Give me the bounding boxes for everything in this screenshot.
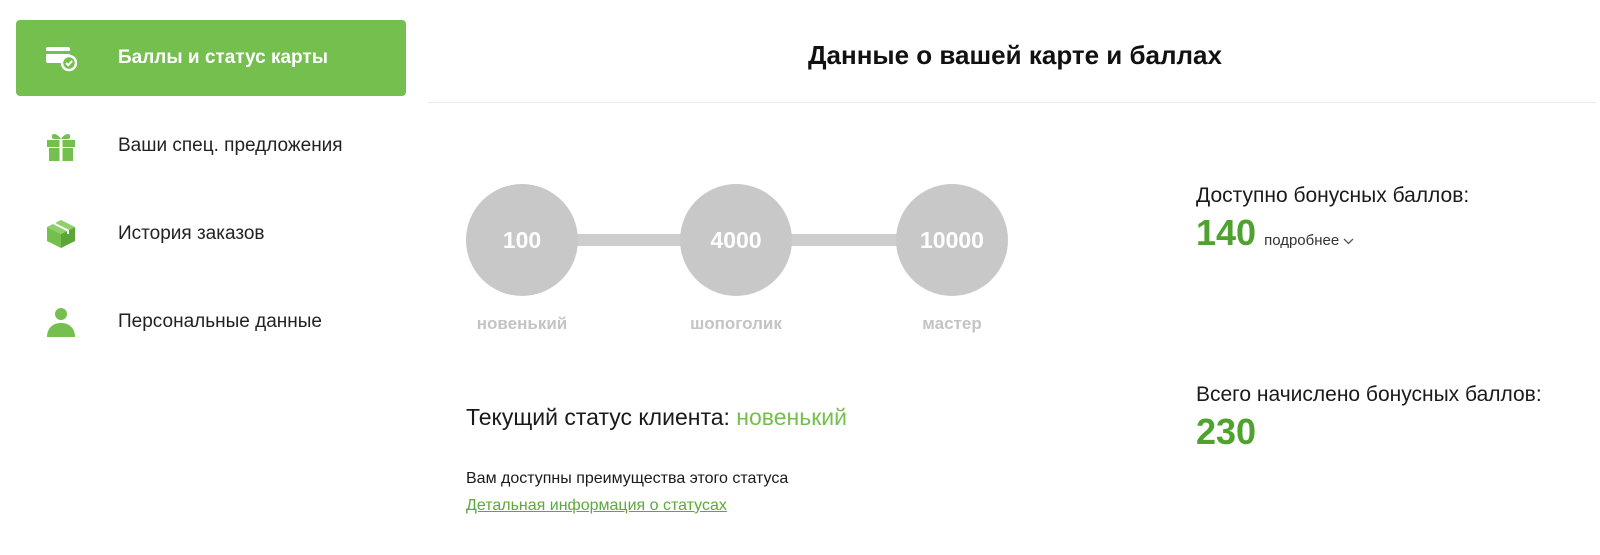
sidebar-item-points-status[interactable]: Баллы и статус карты — [16, 20, 406, 96]
current-status-value: новенький — [736, 404, 847, 430]
box-icon — [44, 217, 78, 251]
status-benefits-text: Вам доступны преимущества этого статуса — [466, 470, 789, 487]
current-status: Текущий статус клиента: новенький — [466, 404, 847, 431]
page-title: Данные о вашей карте и баллах — [808, 40, 1222, 70]
details-toggle-label: подробнее — [1264, 232, 1340, 249]
step-circle: 4000 — [680, 184, 792, 296]
header-divider — [428, 102, 1596, 103]
status-progress: 100 новенький 4000 шопоголик 10000 масте… — [466, 184, 1016, 354]
total-points: Всего начислено бонусных баллов: 230 — [1196, 383, 1542, 453]
sidebar-item-label: Персональные данные — [118, 311, 322, 332]
step-name: новенький — [476, 314, 568, 333]
chevron-down-icon — [1343, 232, 1354, 249]
step-circle: 10000 — [896, 184, 1008, 296]
details-toggle[interactable]: подробнее — [1264, 232, 1354, 249]
status-details-link[interactable]: Детальная информация о статусах — [466, 497, 727, 515]
card-status-icon — [44, 41, 78, 75]
status-step-shopaholic: 4000 шопоголик — [680, 184, 792, 334]
loyalty-page: Баллы и статус карты Ваши спец. предложе… — [0, 0, 1600, 555]
sidebar-item-label: Баллы и статус карты — [118, 47, 328, 68]
step-name: шопоголик — [690, 314, 782, 333]
sidebar-item-personal-data[interactable]: Персональные данные — [16, 284, 406, 360]
sidebar-item-orders[interactable]: История заказов — [16, 196, 406, 272]
user-icon — [44, 305, 78, 339]
current-status-label: Текущий статус клиента: — [466, 404, 730, 430]
step-circle: 100 — [466, 184, 578, 296]
step-name: мастер — [922, 314, 982, 333]
available-points: Доступно бонусных баллов: 140 подробнее — [1196, 184, 1469, 254]
gift-icon — [44, 129, 78, 163]
total-points-label: Всего начислено бонусных баллов: — [1196, 383, 1542, 406]
total-points-value: 230 — [1196, 411, 1257, 452]
status-step-newbie: 100 новенький — [466, 184, 578, 334]
sidebar-item-label: История заказов — [118, 223, 265, 244]
available-points-value: 140 — [1196, 212, 1257, 253]
sidebar-item-label: Ваши спец. предложения — [118, 135, 343, 156]
sidebar: Баллы и статус карты Ваши спец. предложе… — [16, 20, 406, 372]
status-step-master: 10000 мастер — [896, 184, 1008, 334]
sidebar-item-offers[interactable]: Ваши спец. предложения — [16, 108, 406, 184]
available-points-label: Доступно бонусных баллов: — [1196, 184, 1470, 207]
